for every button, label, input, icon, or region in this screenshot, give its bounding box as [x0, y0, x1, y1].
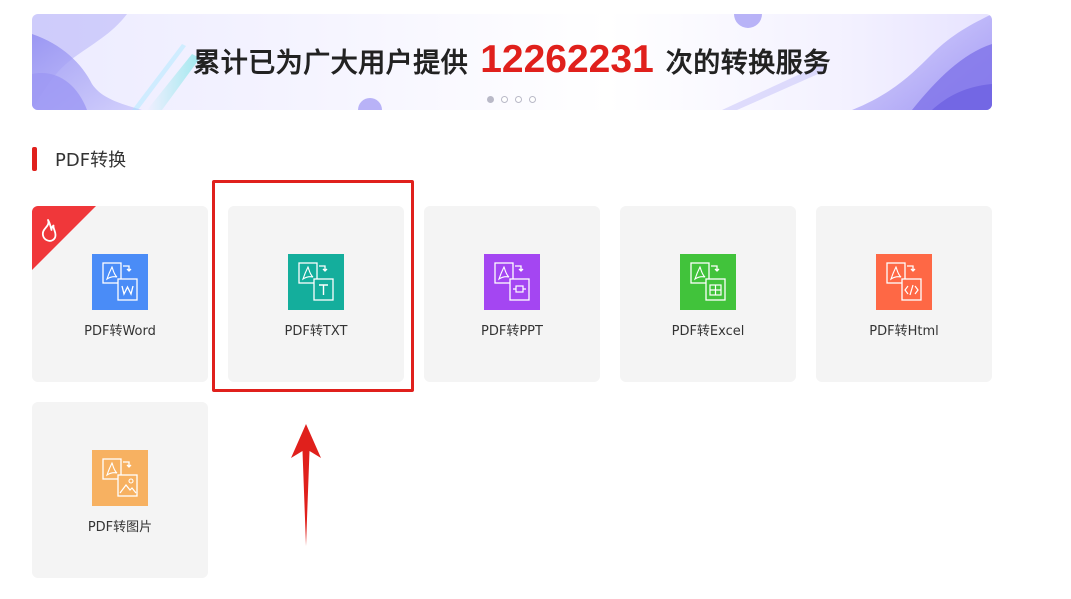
- card-pdf-to-word[interactable]: PDF转Word: [32, 206, 208, 382]
- highlight-box: [212, 180, 414, 392]
- card-label: PDF转图片: [87, 520, 153, 535]
- pdf-to-image-icon: [92, 450, 148, 506]
- pdf-to-html-icon: [876, 254, 932, 310]
- promo-banner[interactable]: 累计已为广大用户提供 12262231 次的转换服务: [32, 14, 992, 110]
- conversion-count: 12262231: [480, 38, 654, 81]
- pdf-to-ppt-icon: [484, 254, 540, 310]
- section-header: PDF转换: [32, 146, 126, 172]
- card-pdf-to-ppt[interactable]: PDF转PPT: [424, 206, 600, 382]
- banner-text-before: 累计已为广大用户提供: [193, 47, 469, 79]
- pdf-to-word-icon: [92, 254, 148, 310]
- banner-text-after: 次的转换服务: [665, 47, 831, 79]
- card-label: PDF转PPT: [481, 324, 543, 339]
- pdf-to-excel-icon: [680, 254, 736, 310]
- page: 累计已为广大用户提供 12262231 次的转换服务 PDF转换 PDF转Wor…: [0, 0, 1071, 599]
- card-pdf-to-image[interactable]: PDF转图片: [32, 402, 208, 578]
- carousel-dot[interactable]: [501, 96, 508, 103]
- card-label: PDF转Word: [84, 324, 156, 339]
- section-accent-bar: [32, 147, 37, 171]
- carousel-dots: [487, 96, 543, 103]
- card-label: PDF转Excel: [671, 324, 745, 339]
- card-label: PDF转Html: [869, 324, 939, 339]
- card-pdf-to-excel[interactable]: PDF转Excel: [620, 206, 796, 382]
- section-title: PDF转换: [55, 150, 127, 171]
- card-pdf-to-html[interactable]: PDF转Html: [816, 206, 992, 382]
- red-arrow-annotation: [291, 424, 321, 546]
- hot-fire-icon: [32, 206, 96, 270]
- carousel-dot[interactable]: [487, 96, 494, 103]
- carousel-dot[interactable]: [529, 96, 536, 103]
- carousel-dot[interactable]: [515, 96, 522, 103]
